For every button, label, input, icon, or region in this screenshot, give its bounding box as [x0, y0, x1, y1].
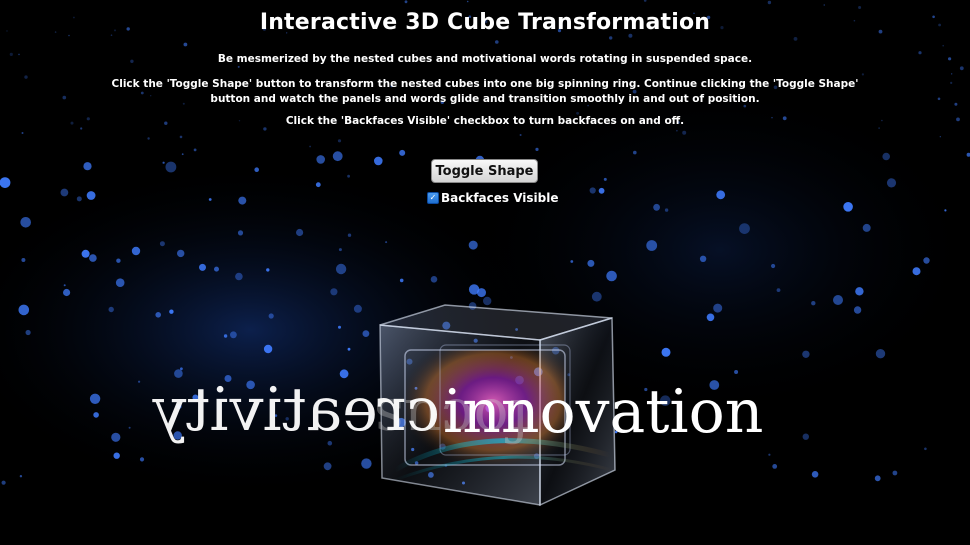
innovation-word: innovation — [443, 377, 763, 447]
cube-scene: focus creativity innovation — [152, 304, 763, 507]
creativity-word: creativity — [152, 375, 440, 445]
